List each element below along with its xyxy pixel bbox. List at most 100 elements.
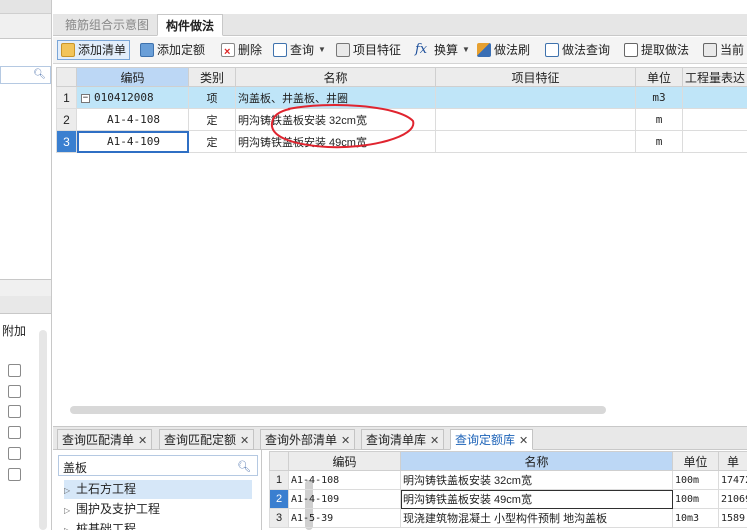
close-icon[interactable]: ✕ (341, 435, 350, 447)
tree-item[interactable]: ▷ 围护及支护工程 (64, 500, 160, 519)
unit-cell[interactable]: 10m3 (672, 508, 719, 528)
delete-button[interactable]: × 删除 (221, 40, 262, 60)
column-header-code[interactable]: 编码 (76, 67, 189, 87)
tab-query-list-library[interactable]: 查询清单库 ✕ (361, 429, 445, 450)
chevron-down-icon[interactable]: ▼ (462, 40, 470, 60)
code-cell[interactable]: A1-4-109 (288, 489, 401, 509)
column-header-unit[interactable]: 单位 (635, 67, 683, 87)
current-button[interactable]: 当前 (703, 40, 744, 60)
left-pane-lower-header (0, 296, 51, 314)
search-icon[interactable]: 🔍︎ (33, 69, 46, 80)
code-cell[interactable]: −010412008 (76, 86, 189, 109)
price-cell[interactable]: 17472 (718, 470, 747, 490)
row-number[interactable]: 2 (269, 489, 289, 509)
left-pane-scrollbar[interactable] (39, 330, 47, 530)
table-row[interactable]: 1 A1-4-108 明沟铸铁盖板安装 32cm宽 100m 17472 (269, 470, 747, 490)
tab-query-matching-quota[interactable]: 查询匹配定额 ✕ (159, 429, 255, 450)
close-icon[interactable]: ✕ (138, 435, 147, 447)
code-cell[interactable]: A1-4-109 (76, 130, 189, 153)
tree-arrow-icon[interactable]: ▷ (64, 501, 76, 520)
column-header-code[interactable]: 编码 (288, 451, 401, 471)
column-header-quantity-expression[interactable]: 工程量表达 (682, 67, 747, 87)
column-header-name[interactable]: 名称 (235, 67, 436, 87)
row-number[interactable]: 1 (56, 86, 77, 109)
quota-search-input[interactable]: 盖板 🔍︎ (58, 455, 258, 476)
column-header-unit[interactable]: 单位 (672, 451, 719, 471)
name-cell[interactable]: 沟盖板、井盖板、井圈 (235, 86, 436, 109)
tab-component-method[interactable]: 构件做法 (157, 14, 224, 36)
close-icon[interactable]: ✕ (430, 435, 439, 447)
row-number[interactable]: 2 (56, 108, 77, 131)
tree-item[interactable]: ▷桩基础工程 (64, 520, 136, 530)
code-cell[interactable]: A1-4-108 (288, 470, 401, 490)
tab-query-quota-library[interactable]: 查询定额库 ✕ (450, 429, 534, 450)
collapse-icon[interactable]: − (81, 93, 90, 103)
table-row[interactable]: 3 A1-5-39 现浇建筑物混凝土 小型构件预制 地沟盖板 10m3 1589… (269, 508, 747, 528)
close-icon[interactable]: ✕ (240, 435, 249, 447)
method-grid: 编码 类别 名称 项目特征 单位 工程量表达 1 −010412008 项 沟盖… (56, 67, 747, 407)
tree-item[interactable]: ▷ 土石方工程 (64, 480, 252, 499)
column-header-price[interactable]: 单 (718, 451, 747, 471)
table-row[interactable]: 3 A1-4-109 定 明沟铸铁盖板安装 49cm宽 m (56, 130, 747, 153)
tab-query-external-list[interactable]: 查询外部清单 ✕ (260, 429, 356, 450)
tree-arrow-icon[interactable]: ▷ (64, 521, 76, 530)
add-quota-button[interactable]: 添加定额 (140, 40, 205, 60)
column-header-type[interactable]: 类别 (188, 67, 236, 87)
method-query-button[interactable]: 做法查询 (545, 40, 610, 60)
type-cell[interactable]: 定 (188, 108, 236, 131)
code-cell[interactable]: A1-4-108 (76, 108, 189, 131)
close-icon[interactable]: ✕ (519, 435, 528, 447)
quantity-cell[interactable] (682, 108, 747, 131)
column-header-feature[interactable]: 项目特征 (435, 67, 636, 87)
price-cell[interactable]: 1589. (718, 508, 747, 528)
unit-cell[interactable]: 100m (672, 489, 719, 509)
item-feature-button[interactable]: 项目特征 (336, 40, 401, 60)
search-icon[interactable]: 🔍︎ (237, 460, 251, 473)
name-cell[interactable]: 明沟铸铁盖板安装 49cm宽 (400, 489, 673, 509)
feature-cell[interactable] (435, 86, 636, 109)
checkbox[interactable] (8, 405, 21, 418)
add-list-icon (61, 43, 75, 57)
price-cell[interactable]: 21069 (718, 489, 747, 509)
column-header-name[interactable]: 名称 (400, 451, 673, 471)
chevron-down-icon[interactable]: ▼ (318, 40, 326, 60)
unit-cell[interactable]: m3 (635, 86, 683, 109)
name-cell[interactable]: 现浇建筑物混凝土 小型构件预制 地沟盖板 (400, 508, 673, 528)
row-number[interactable]: 1 (269, 470, 289, 490)
unit-cell[interactable]: m (635, 130, 683, 153)
table-row[interactable]: 2 A1-4-108 定 明沟铸铁盖板安装 32cm宽 m (56, 108, 747, 131)
checkbox[interactable] (8, 426, 21, 439)
quantity-cell[interactable] (682, 86, 747, 109)
horizontal-scrollbar[interactable] (70, 406, 606, 414)
unit-cell[interactable]: m (635, 108, 683, 131)
tree-arrow-icon[interactable]: ▷ (64, 481, 76, 500)
left-pane-top-strip (0, 0, 51, 14)
checkbox[interactable] (8, 364, 21, 377)
tab-stirrup-diagram[interactable]: 箍筋组合示意图 (57, 14, 157, 36)
query-button[interactable]: 查询 ▼ (273, 40, 326, 60)
name-cell[interactable]: 明沟铸铁盖板安装 32cm宽 (400, 470, 673, 490)
quantity-cell[interactable] (682, 130, 747, 153)
name-cell[interactable]: 明沟铸铁盖板安装 32cm宽 (235, 108, 436, 131)
row-number[interactable]: 3 (269, 508, 289, 528)
type-cell[interactable]: 定 (188, 130, 236, 153)
unit-cell[interactable]: 100m (672, 470, 719, 490)
checkbox[interactable] (8, 468, 21, 481)
code-cell[interactable]: A1-5-39 (288, 508, 401, 528)
feature-cell[interactable] (435, 108, 636, 131)
feature-cell[interactable] (435, 130, 636, 153)
method-brush-button[interactable]: 做法刷 (477, 40, 530, 60)
left-pane-search-input[interactable]: 🔍︎ (0, 66, 51, 84)
convert-button[interactable]: fx 换算 ▼ (415, 40, 470, 60)
extract-method-button[interactable]: 提取做法 (624, 40, 689, 60)
type-cell[interactable]: 项 (188, 86, 236, 109)
checkbox[interactable] (8, 447, 21, 460)
convert-fx-icon: fx (415, 42, 428, 57)
tab-query-matching-list[interactable]: 查询匹配清单 ✕ (57, 429, 153, 450)
name-cell[interactable]: 明沟铸铁盖板安装 49cm宽 (235, 130, 436, 153)
checkbox[interactable] (8, 385, 21, 398)
row-number[interactable]: 3 (56, 130, 77, 153)
table-row[interactable]: 1 −010412008 项 沟盖板、井盖板、井圈 m3 (56, 86, 747, 109)
table-row[interactable]: 2 A1-4-109 明沟铸铁盖板安装 49cm宽 100m 21069 (269, 489, 747, 509)
add-list-button[interactable]: 添加清单 (57, 40, 131, 60)
